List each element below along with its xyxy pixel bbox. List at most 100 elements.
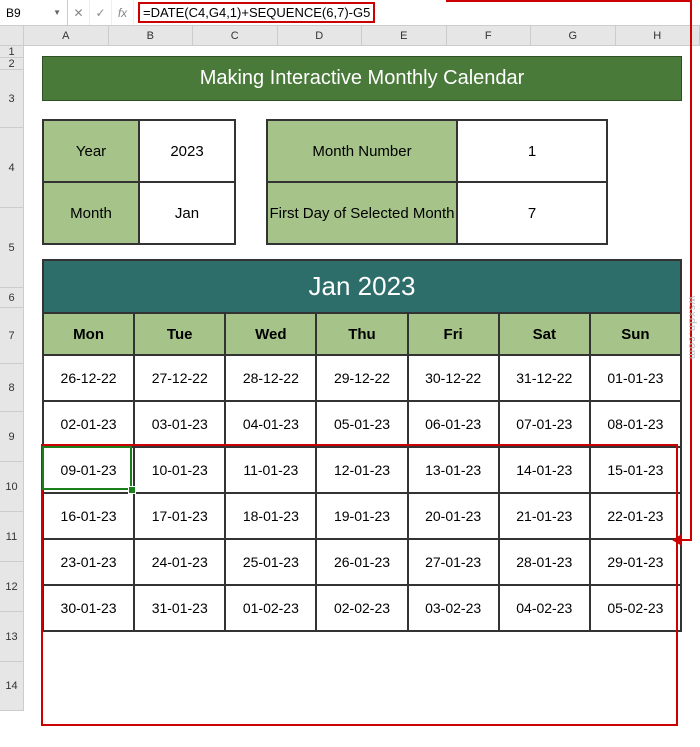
- calendar-title: Jan 2023: [42, 259, 682, 312]
- param-value[interactable]: Jan: [139, 182, 235, 244]
- calendar-cell[interactable]: 14-01-23: [499, 447, 590, 493]
- row-header[interactable]: 11: [0, 512, 23, 562]
- arrow-head-icon: [672, 534, 682, 546]
- row-header[interactable]: 4: [0, 128, 23, 208]
- sheet: 1234567891011121314 Making Interactive M…: [0, 46, 700, 711]
- calendar-cell[interactable]: 25-01-23: [225, 539, 316, 585]
- calendar-cell[interactable]: 29-01-23: [590, 539, 681, 585]
- table-row: 16-01-2317-01-2318-01-2319-01-2320-01-23…: [43, 493, 681, 539]
- column-header[interactable]: G: [531, 26, 616, 45]
- calendar-cell[interactable]: 27-01-23: [408, 539, 499, 585]
- weekday-header: Fri: [408, 313, 499, 355]
- column-header[interactable]: D: [278, 26, 363, 45]
- column-header[interactable]: A: [24, 26, 109, 45]
- row-header[interactable]: 1: [0, 46, 23, 58]
- formula-highlight: =DATE(C4,G4,1)+SEQUENCE(6,7)-G5: [138, 2, 375, 23]
- calendar-cell[interactable]: 05-01-23: [316, 401, 407, 447]
- calendar-cell[interactable]: 02-02-23: [316, 585, 407, 631]
- calendar-cell[interactable]: 29-12-22: [316, 355, 407, 401]
- cancel-icon[interactable]: ✕: [68, 0, 90, 25]
- param-table-left: Year 2023Month Jan: [42, 119, 236, 245]
- table-row: 30-01-2331-01-2301-02-2302-02-2303-02-23…: [43, 585, 681, 631]
- column-header[interactable]: C: [193, 26, 278, 45]
- calendar-cell[interactable]: 09-01-23: [43, 447, 134, 493]
- column-header[interactable]: E: [362, 26, 447, 45]
- calendar-cell[interactable]: 24-01-23: [134, 539, 225, 585]
- table-row: 26-12-2227-12-2228-12-2229-12-2230-12-22…: [43, 355, 681, 401]
- formula-input[interactable]: =DATE(C4,G4,1)+SEQUENCE(6,7)-G5: [134, 2, 700, 23]
- calendar-cell[interactable]: 23-01-23: [43, 539, 134, 585]
- calendar-cell[interactable]: 12-01-23: [316, 447, 407, 493]
- calendar-cell[interactable]: 28-01-23: [499, 539, 590, 585]
- calendar-cell[interactable]: 30-12-22: [408, 355, 499, 401]
- column-header[interactable]: H: [616, 26, 700, 45]
- weekday-header: Thu: [316, 313, 407, 355]
- calendar-cell[interactable]: 03-01-23: [134, 401, 225, 447]
- calendar-cell[interactable]: 07-01-23: [499, 401, 590, 447]
- param-value: 7: [457, 182, 607, 244]
- enter-icon[interactable]: ✓: [90, 0, 112, 25]
- column-header[interactable]: F: [447, 26, 532, 45]
- name-box-value: B9: [6, 6, 21, 20]
- calendar-cell[interactable]: 17-01-23: [134, 493, 225, 539]
- formula-icons: ✕ ✓ fx: [68, 0, 134, 25]
- formula-bar: B9 ▼ ✕ ✓ fx =DATE(C4,G4,1)+SEQUENCE(6,7)…: [0, 0, 700, 26]
- calendar-cell[interactable]: 13-01-23: [408, 447, 499, 493]
- calendar-cell[interactable]: 21-01-23: [499, 493, 590, 539]
- row-header[interactable]: 5: [0, 208, 23, 288]
- calendar-cell[interactable]: 26-01-23: [316, 539, 407, 585]
- row-header[interactable]: 3: [0, 70, 23, 128]
- param-value[interactable]: 2023: [139, 120, 235, 182]
- row-header[interactable]: 6: [0, 288, 23, 308]
- name-box[interactable]: B9 ▼: [0, 0, 68, 25]
- name-box-dropdown-icon[interactable]: ▼: [53, 8, 61, 17]
- calendar-cell[interactable]: 18-01-23: [225, 493, 316, 539]
- calendar-cell[interactable]: 20-01-23: [408, 493, 499, 539]
- calendar-cell[interactable]: 22-01-23: [590, 493, 681, 539]
- calendar-cell[interactable]: 01-01-23: [590, 355, 681, 401]
- param-value: 1: [457, 120, 607, 182]
- calendar-cell[interactable]: 10-01-23: [134, 447, 225, 493]
- row-header[interactable]: 12: [0, 562, 23, 612]
- row-header[interactable]: 2: [0, 58, 23, 70]
- param-table-right: Month Number 1First Day of Selected Mont…: [266, 119, 608, 245]
- parameter-tables: Year 2023Month Jan Month Number 1First D…: [42, 119, 682, 245]
- calendar-table: MonTueWedThuFriSatSun 26-12-2227-12-2228…: [42, 312, 682, 632]
- column-header[interactable]: B: [109, 26, 194, 45]
- page-title: Making Interactive Monthly Calendar: [42, 56, 682, 101]
- calendar-cell[interactable]: 05-02-23: [590, 585, 681, 631]
- fx-icon[interactable]: fx: [112, 0, 134, 25]
- calendar-cell[interactable]: 03-02-23: [408, 585, 499, 631]
- weekday-header: Wed: [225, 313, 316, 355]
- weekday-header: Sun: [590, 313, 681, 355]
- select-all-corner[interactable]: [0, 26, 24, 45]
- calendar-cell[interactable]: 04-02-23: [499, 585, 590, 631]
- calendar-cell[interactable]: 11-01-23: [225, 447, 316, 493]
- row-header[interactable]: 14: [0, 662, 23, 711]
- calendar-cell[interactable]: 02-01-23: [43, 401, 134, 447]
- content-area: Making Interactive Monthly Calendar Year…: [24, 46, 700, 711]
- calendar-cell[interactable]: 16-01-23: [43, 493, 134, 539]
- calendar-cell[interactable]: 28-12-22: [225, 355, 316, 401]
- param-label: Year: [43, 120, 139, 182]
- watermark: wsxdn.com: [686, 296, 698, 360]
- row-header[interactable]: 13: [0, 612, 23, 662]
- weekday-header: Tue: [134, 313, 225, 355]
- row-header[interactable]: 7: [0, 308, 23, 364]
- calendar-cell[interactable]: 31-12-22: [499, 355, 590, 401]
- calendar-cell[interactable]: 31-01-23: [134, 585, 225, 631]
- calendar-cell[interactable]: 06-01-23: [408, 401, 499, 447]
- calendar-cell[interactable]: 01-02-23: [225, 585, 316, 631]
- calendar-cell[interactable]: 30-01-23: [43, 585, 134, 631]
- calendar-cell[interactable]: 08-01-23: [590, 401, 681, 447]
- calendar-cell[interactable]: 19-01-23: [316, 493, 407, 539]
- table-row: 02-01-2303-01-2304-01-2305-01-2306-01-23…: [43, 401, 681, 447]
- calendar-cell[interactable]: 15-01-23: [590, 447, 681, 493]
- calendar-cell[interactable]: 04-01-23: [225, 401, 316, 447]
- calendar-cell[interactable]: 26-12-22: [43, 355, 134, 401]
- row-header[interactable]: 10: [0, 462, 23, 512]
- callout-arrow: [690, 0, 692, 540]
- row-header[interactable]: 8: [0, 364, 23, 412]
- row-header[interactable]: 9: [0, 412, 23, 462]
- calendar-cell[interactable]: 27-12-22: [134, 355, 225, 401]
